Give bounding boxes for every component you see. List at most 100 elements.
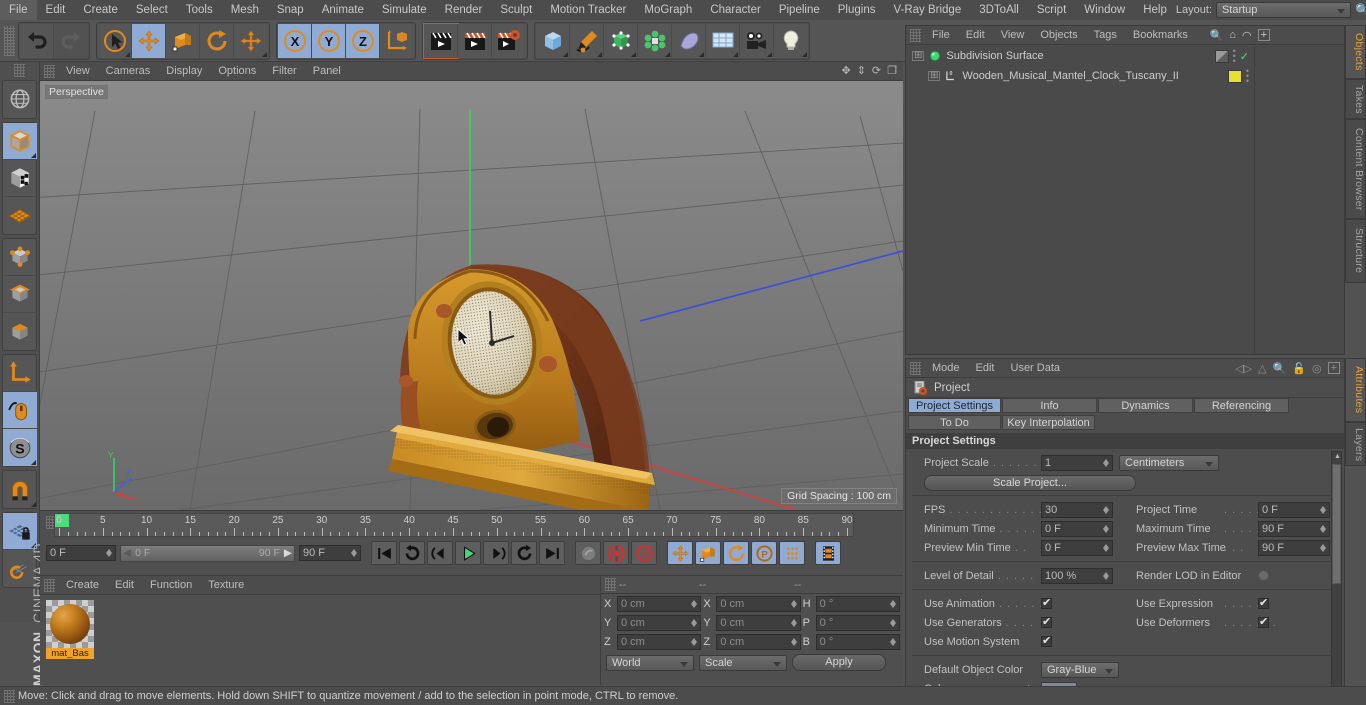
menu-item-window[interactable]: Window [1075,0,1134,20]
viewport-menu-filter[interactable]: Filter [264,62,304,81]
zoom-view-icon[interactable]: ⇕ [857,64,866,77]
material-name-label[interactable]: mat_Bas [46,648,94,659]
edges-mode[interactable] [3,276,37,313]
undo-button[interactable] [20,23,54,58]
toggle-checkbox-2[interactable] [1041,634,1052,647]
add-generator-button[interactable] [604,23,638,58]
nav-up-icon[interactable]: △ [1258,362,1266,375]
parameter-key-toggle[interactable]: P [751,541,777,565]
vtab-content-browser[interactable]: Content Browser [1345,119,1366,219]
menu-item-pipeline[interactable]: Pipeline [770,0,829,20]
viewport-solo-mouse[interactable] [3,392,37,429]
size-field-0[interactable]: 0 cm [716,595,801,612]
material-menu-create[interactable]: Create [58,576,107,595]
soft-selection-tool[interactable]: S [3,429,37,466]
rotation-field-2[interactable]: 0 ° [815,633,900,650]
left-toolbar-grip[interactable] [14,64,25,77]
nav-back-icon[interactable]: ◁▷ [1235,362,1252,375]
viewport-menu-cameras[interactable]: Cameras [98,62,159,81]
menu-item-script[interactable]: Script [1028,0,1075,20]
object-menu-tags[interactable]: Tags [1086,26,1125,45]
default-object-color-select[interactable]: Gray-Blue [1041,661,1119,678]
menu-item-help[interactable]: Help [1134,0,1176,20]
object-menu-bookmarks[interactable]: Bookmarks [1125,26,1196,45]
go-to-start-button[interactable] [371,541,397,565]
add-light-button[interactable] [774,23,808,58]
preview-range-bar[interactable]: ◀ 0 F 90 F ▶ [120,544,295,562]
object-visible-check-0[interactable]: ✓ [1240,50,1249,63]
step-back-button[interactable] [427,541,453,565]
menu-item-3dtoall[interactable]: 3DToAll [970,0,1028,20]
vtab-structure[interactable]: Structure [1345,219,1366,283]
lock-icon[interactable]: 🔓 [1292,362,1306,375]
add-scene-button[interactable] [706,23,740,58]
object-tree[interactable]: ⊞ Subdivision Surface • • • ✓ ⊞ 0 Wooden_Musical… [906,46,1344,354]
menu-item-character[interactable]: Character [701,0,770,20]
play-backwards-loop-button[interactable] [399,541,425,565]
vtab-attributes[interactable]: Attributes [1345,358,1366,422]
object-tag-swatch-1[interactable] [1227,70,1242,83]
play-button[interactable] [455,541,481,565]
keyframe-selection-button[interactable]: ? [631,541,657,565]
plus-icon[interactable]: + [1327,362,1340,374]
menu-item-motion-tracker[interactable]: Motion Tracker [541,0,635,20]
rotate-tool[interactable] [200,23,234,58]
attribute-tab-referencing[interactable]: Referencing [1194,398,1289,413]
step-forward-button[interactable] [483,541,509,565]
texture-mode[interactable] [3,197,37,234]
expand-toggle-icon[interactable]: ⊞ [928,71,941,81]
attribute-tab-to-do[interactable]: To Do [908,415,1001,430]
add-spline-button[interactable] [570,23,604,58]
plus-icon[interactable]: + [1257,29,1270,41]
project-scale-unit-select[interactable]: Centimeters [1119,454,1219,471]
vtab-takes[interactable]: Takes [1345,79,1366,119]
attribute-tab-key-interpolation[interactable]: Key Interpolation [1002,415,1095,430]
rotate-view-icon[interactable]: ⟳ [872,64,881,77]
target-icon[interactable]: ◎ [1312,362,1322,375]
viewport-menu-display[interactable]: Display [158,62,210,81]
material-thumbnail[interactable] [46,600,94,648]
object-row-0[interactable]: ⊞ Subdivision Surface • • • ✓ [906,46,1344,66]
coordinates-grip[interactable] [605,578,616,591]
add-cube-button[interactable] [536,23,570,58]
menu-item-file[interactable]: File [0,0,37,20]
position-field-0[interactable]: 0 cm [617,595,702,612]
rotation-field-0[interactable]: 0 ° [815,595,900,612]
scale-tool[interactable] [166,23,200,58]
current-frame-field[interactable]: 0 F [46,545,116,561]
maximize-view-icon[interactable]: ❐ [887,64,897,77]
toggle-checkbox-0[interactable] [1041,596,1052,609]
position-field-2[interactable]: 0 cm [617,633,702,650]
menu-item-tools[interactable]: Tools [177,0,222,20]
attribute-scroll-thumb[interactable] [1332,464,1341,584]
object-menu-edit[interactable]: Edit [958,26,993,45]
apply-button[interactable]: Apply [792,654,886,671]
menu-item-sculpt[interactable]: Sculpt [491,0,541,20]
expand-toggle-icon[interactable]: ⊞ [912,51,925,61]
vtab-objects[interactable]: Objects [1345,25,1366,79]
attribute-tab-dynamics[interactable]: Dynamics [1098,398,1193,413]
rotation-field-1[interactable]: 0 ° [815,614,900,631]
move-view-icon[interactable]: ✥ [841,64,850,77]
enable-snapping[interactable] [3,471,37,508]
menu-item-mograph[interactable]: MoGraph [635,0,701,20]
go-to-end-button[interactable] [539,541,565,565]
toggle-checkbox2-0[interactable] [1258,596,1269,609]
object-row-1[interactable]: ⊞ 0 Wooden_Musical_Mantel_Clock_Tuscany_II… [906,66,1344,86]
render-lod-checkbox[interactable] [1258,570,1269,581]
scale-project-button[interactable]: Scale Project... [924,475,1136,491]
menu-item-simulate[interactable]: Simulate [373,0,436,20]
attribute-tab-info[interactable]: Info [1002,398,1097,413]
project-scale-field[interactable]: 1 [1041,454,1113,471]
viewport-menu-panel[interactable]: Panel [305,62,349,81]
object-menu-view[interactable]: View [993,26,1033,45]
make-editable-button[interactable] [3,123,37,160]
toggle-checkbox2-1[interactable] [1258,615,1269,628]
rotation-key-toggle[interactable] [723,541,749,565]
lod-field[interactable]: 100 % [1041,567,1113,584]
vtab-layers[interactable]: Layers [1345,422,1366,466]
add-array-button[interactable] [638,23,672,58]
enable-axis-modification[interactable] [3,355,37,392]
move-tool[interactable] [132,23,166,58]
attr-field-1[interactable]: 0 F [1041,520,1113,537]
